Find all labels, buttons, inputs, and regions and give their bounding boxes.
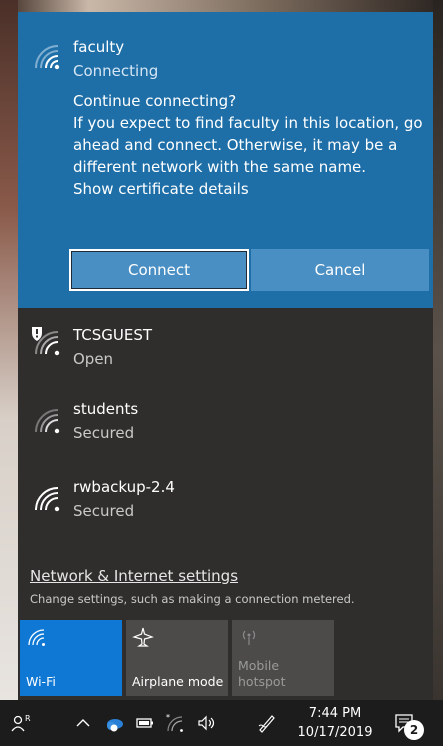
hotspot-icon [238,626,260,648]
network-status: Connecting [73,62,159,80]
network-item-students[interactable]: students Secured [18,392,433,456]
network-status: Open [73,350,114,368]
pen-icon[interactable] [256,712,278,734]
wifi-secured-icon [30,404,64,438]
desktop-background [0,0,443,12]
wifi-secured-icon [30,482,64,516]
tile-label: Wi-Fi [26,674,56,689]
cancel-button[interactable]: Cancel [251,249,429,291]
wifi-signal-icon [30,42,64,76]
tile-label: Mobile hotspot [238,658,285,690]
wifi-open-icon [30,326,64,360]
network-name: TCSGUEST [73,326,153,344]
network-settings-link[interactable]: Network & Internet settings [30,567,238,585]
svg-text:R: R [25,714,31,723]
clock-date: 10/17/2019 [297,725,373,740]
network-status: Secured [73,502,135,520]
svg-text:*: * [166,713,170,722]
prompt-line: Continue connecting? [73,92,237,110]
network-item-rwbackup[interactable]: rwbackup-2.4 Secured [18,470,433,534]
network-item-tcsguest[interactable]: TCSGUEST Open [18,312,433,376]
wifi-toggle-tile[interactable]: Wi-Fi [20,620,122,696]
active-network-panel[interactable]: faculty Connecting Continue connecting? … [18,12,433,308]
connection-prompt: Continue connecting? If you expect to fi… [73,90,425,200]
clock-time: 7:44 PM [308,706,362,721]
volume-icon[interactable] [196,712,218,734]
people-icon[interactable]: R [10,712,32,734]
mobile-hotspot-tile[interactable]: Mobile hotspot [232,620,334,696]
prompt-line: different network with the same name. [73,158,367,176]
desktop-background-left [0,0,18,700]
wifi-tray-icon[interactable]: * [164,712,186,734]
taskbar: R * 7:44 PM 10/17/2019 2 [0,700,443,746]
system-clock[interactable]: 7:44 PM 10/17/2019 [292,704,378,742]
network-flyout: faculty Connecting Continue connecting? … [18,12,433,700]
network-settings-subtitle: Change settings, such as making a connec… [30,592,355,606]
tile-label-line1: Mobile [238,658,280,673]
onedrive-icon[interactable] [103,712,125,734]
desktop-background-right [433,0,443,700]
tile-label: Airplane mode [132,674,224,689]
airplane-icon [132,626,154,648]
network-name: faculty [73,38,125,56]
wifi-icon [26,626,48,648]
network-name: students [73,400,139,418]
airplane-mode-tile[interactable]: Airplane mode [126,620,228,696]
network-name: rwbackup-2.4 [73,478,175,496]
network-status: Secured [73,424,135,442]
tile-label-line2: hotspot [238,674,286,689]
prompt-line: ahead and connect. Otherwise, it may be … [73,136,398,154]
connect-button[interactable]: Connect [69,249,249,291]
notification-count-badge: 2 [404,720,424,740]
prompt-line: If you expect to find faculty in this lo… [73,114,423,132]
chevron-up-icon[interactable] [72,712,94,734]
battery-icon[interactable] [134,712,156,734]
show-certificate-link[interactable]: Show certificate details [73,178,425,200]
